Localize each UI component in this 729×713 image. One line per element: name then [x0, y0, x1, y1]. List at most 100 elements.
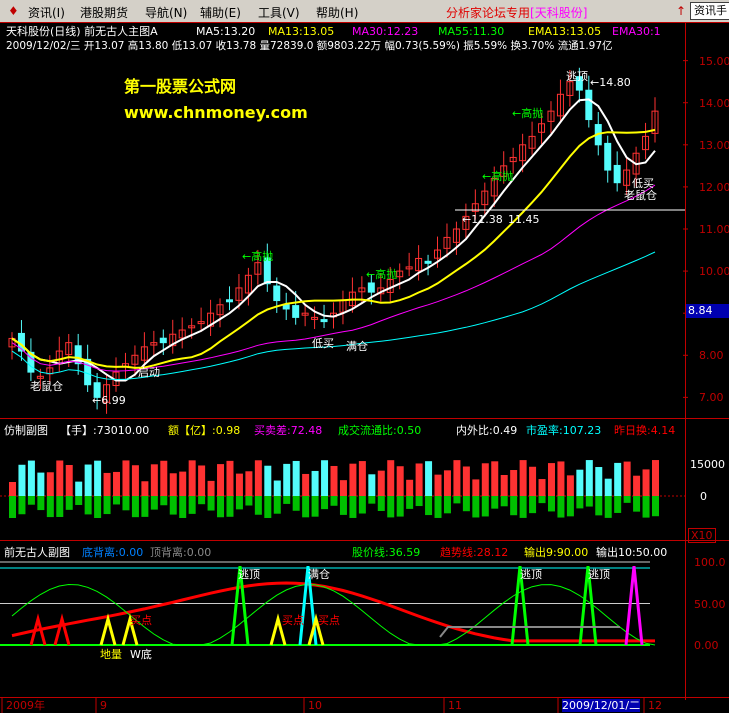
trend-line: [11, 581, 655, 643]
volume-neg-bar: [453, 496, 461, 504]
ma13-line: [11, 128, 656, 369]
main-annotation-5: ←14.80: [590, 76, 631, 89]
volume-bar: [321, 460, 329, 496]
volume-panel-title: 仿制副图: [4, 424, 48, 437]
indicator-tick-label: 0.00: [694, 639, 719, 652]
volume-neg-bar: [538, 496, 546, 504]
volume-neg-bar: [84, 496, 92, 515]
volume-bar: [415, 463, 423, 496]
volume-bar: [652, 460, 659, 496]
volume-neg-bar: [377, 496, 385, 511]
indicator-annotation-2: 逃顶: [520, 568, 542, 581]
volume-neg-bar: [179, 496, 187, 518]
indicator-panel-title: 前无古人副图: [4, 546, 70, 559]
volume-neg-bar: [500, 496, 508, 507]
volume-neg-bar: [642, 496, 650, 518]
volume-bar: [529, 466, 537, 496]
watermark-url: www.chnmoney.com: [124, 103, 308, 122]
volume-neg-bar: [339, 496, 347, 515]
main-annotation-12: 11.45: [508, 213, 540, 226]
volume-bar: [283, 463, 291, 496]
volume-bar: [330, 465, 338, 496]
indicator-annotation-0: 逃顶: [238, 568, 260, 581]
volume-bar: [500, 474, 508, 496]
indicator-annotation-6: 买点: [318, 614, 340, 627]
volume-bar: [131, 465, 139, 496]
volume-bar: [349, 463, 357, 496]
volume-bar: [519, 460, 527, 496]
chart-title: 天科股份(日线) 前无古人主图A: [6, 25, 158, 38]
volume-neg-bar: [94, 496, 102, 518]
volume-neg-bar: [557, 496, 565, 518]
volume-bar: [235, 473, 243, 496]
volume-bar: [633, 475, 641, 496]
volume-neg-bar: [160, 496, 168, 506]
main-annotation-2: ←高抛: [482, 170, 514, 183]
indicator-item-4: 输出9:90.00: [524, 546, 589, 559]
volume-neg-bar: [443, 496, 451, 514]
indicator-spike-4: [624, 565, 644, 646]
volume-bar: [595, 467, 603, 496]
volume-bar: [103, 472, 111, 496]
volume-bar: [150, 464, 158, 496]
volume-bar: [491, 461, 499, 496]
volume-item-2: 买卖差:72.48: [254, 424, 323, 437]
main-annotation-3: ←高抛: [512, 107, 544, 120]
volume-neg-bar: [273, 496, 281, 514]
ma-legend-item-2: MA30:12.23: [352, 25, 419, 38]
price-tick-label: 8.00: [699, 349, 724, 363]
volume-neg-bar: [321, 496, 329, 510]
main-annotation-1: ←高抛: [366, 268, 398, 281]
indicator-annotation-5: 买点: [282, 614, 304, 627]
volume-bar: [387, 460, 395, 496]
price-tick-label: 11.00: [699, 223, 729, 236]
volume-bar: [642, 469, 650, 496]
volume-neg-bar: [623, 496, 631, 503]
volume-neg-bar: [150, 496, 158, 510]
volume-bar: [623, 461, 631, 496]
ma-legend-item-5: EMA30:1: [612, 25, 661, 38]
volume-neg-bar: [547, 496, 555, 512]
volume-bar: [179, 471, 187, 496]
volume-bar: [94, 460, 102, 496]
volume-tick-15000: 15000: [690, 458, 725, 471]
volume-bar: [37, 472, 45, 496]
volume-neg-bar: [46, 496, 54, 518]
candle-body: [292, 305, 300, 318]
indicator-item-3: 趋势线:28.12: [440, 546, 509, 559]
volume-bar: [46, 472, 54, 496]
volume-bar: [547, 463, 555, 496]
volume-bar: [292, 460, 300, 496]
main-annotation-9: 低买: [312, 337, 334, 350]
volume-bar: [113, 471, 121, 496]
volume-bar: [18, 464, 26, 496]
volume-neg-bar: [529, 496, 537, 514]
indicator-annotation-4: 买点: [130, 614, 152, 627]
main-annotation-4: 逃顶: [566, 70, 588, 83]
candle-body: [424, 260, 432, 264]
volume-bar: [472, 479, 480, 496]
watermark-title: 第一股票公式网: [124, 77, 237, 96]
indicator-tick-label: 50.00: [694, 597, 726, 611]
volume-neg-bar: [65, 496, 73, 510]
volume-neg-bar: [56, 496, 64, 517]
price-tick-label: 15.00: [699, 54, 729, 68]
volume-neg-bar: [330, 496, 338, 506]
indicator-small-spike-0: [29, 613, 47, 646]
volume-item-0: 【手】:73010.00: [60, 424, 150, 437]
volume-item-5: 市盈率:107.23: [526, 424, 602, 437]
volume-bar: [358, 461, 366, 496]
volume-neg-bar: [217, 496, 225, 518]
price-tick-label: 7.00: [699, 391, 724, 405]
ma-legend-item-1: MA13:13.05: [268, 25, 335, 38]
candle-body: [585, 89, 593, 121]
volume-bar: [377, 470, 385, 496]
indicator-item-0: 底背离:0.00: [82, 546, 144, 559]
volume-bar: [557, 461, 565, 496]
quote-line: 2009/12/02/三 开13.07 高13.80 低13.07 收13.78…: [6, 40, 613, 52]
volume-neg-bar: [131, 496, 139, 518]
volume-bar: [453, 460, 461, 496]
time-label-4: 2009/12/01/二: [562, 699, 641, 712]
volume-item-6: 昨日换:4.14: [614, 424, 676, 437]
volume-item-1: 额【亿】:0.98: [168, 424, 241, 437]
